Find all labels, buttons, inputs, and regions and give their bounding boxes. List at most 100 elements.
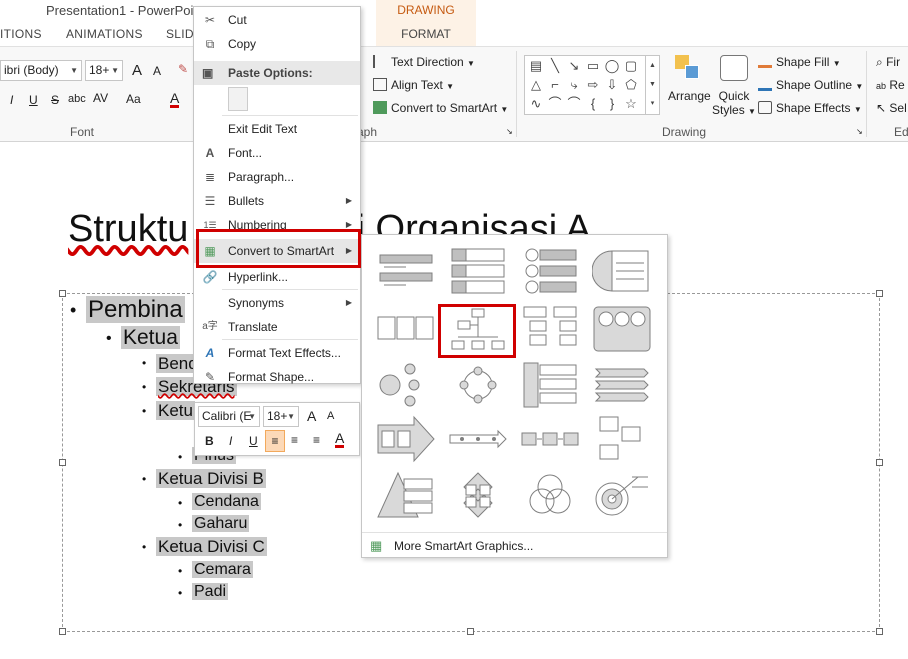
menu-item-copy[interactable]: ⧉ Copy	[194, 32, 360, 56]
line-shape-icon[interactable]: ╲	[547, 59, 563, 73]
menu-item-cut[interactable]: ✂ Cut	[194, 8, 360, 32]
font-size-combo[interactable]: 18+ ▼	[85, 60, 123, 81]
smartart-target-icon[interactable]	[592, 471, 652, 519]
rectangle-shape-icon[interactable]: ▭	[585, 59, 601, 73]
menu-item-format-shape[interactable]: ✎ Format Shape...	[194, 365, 360, 389]
italic-button[interactable]: I	[10, 93, 13, 107]
menu-item-bullets[interactable]: ☰ Bullets ▶	[194, 189, 360, 213]
mini-grow-font-button[interactable]: A	[307, 408, 316, 424]
convert-smartart-ribbon-button[interactable]: Convert to SmartArt ▼	[373, 101, 508, 115]
resize-handle[interactable]	[876, 628, 883, 635]
oval-shape-icon[interactable]: ◯	[604, 59, 620, 73]
shape-fill-button[interactable]: Shape Fill ▼	[758, 55, 841, 69]
menu-item-paragraph[interactable]: ≣ Paragraph...	[194, 165, 360, 189]
right-arrow-shape-icon[interactable]: ⇨	[585, 78, 601, 92]
smartart-circle-picture-list-icon[interactable]	[592, 305, 652, 353]
menu-item-synonyms[interactable]: Synonyms ▶	[194, 291, 360, 315]
tab-transitions[interactable]: ITIONS	[0, 27, 42, 41]
mini-shrink-font-button[interactable]: A	[327, 410, 334, 422]
change-case-button[interactable]: Aa	[126, 92, 141, 106]
replace-button[interactable]: ab Re	[876, 78, 905, 92]
smartart-stacked-list-icon[interactable]	[520, 361, 580, 409]
resize-handle[interactable]	[876, 290, 883, 297]
tab-animations[interactable]: ANIMATIONS	[66, 27, 143, 41]
strikethrough-button[interactable]: S	[51, 93, 59, 107]
shrink-font-button[interactable]: A	[153, 64, 161, 78]
brace-right-shape-icon[interactable]: }	[604, 97, 620, 111]
select-button[interactable]: ↖ Sel	[876, 101, 907, 115]
smartart-cycle-icon[interactable]	[448, 361, 508, 409]
shapes-gallery[interactable]: ▤ ╲ ↘ ▭ ◯ ▢ △ ⌐ ⤷ ⇨ ⇩ ⬠ ∿ ⌒ ⌒ { } ☆ ▲ ▼ ▾	[524, 55, 660, 115]
char-spacing-button[interactable]: AV	[93, 91, 108, 105]
elbow-shape-icon[interactable]: ⌐	[547, 78, 563, 92]
menu-item-format-text-effects[interactable]: A Format Text Effects...	[194, 341, 360, 365]
smartart-radial-list-icon[interactable]	[376, 361, 436, 409]
resize-handle[interactable]	[876, 459, 883, 466]
bullet-ketua-divisi-a[interactable]: Ketu	[156, 401, 195, 421]
bullet-padi[interactable]: Padi	[192, 583, 229, 601]
font-name-combo[interactable]: ibri (Body) ▼	[0, 60, 82, 81]
mini-bold-button[interactable]: B	[205, 434, 214, 448]
bullet-pembina[interactable]: Pembina	[86, 296, 185, 324]
pentagon-shape-icon[interactable]: ⬠	[623, 78, 639, 92]
mini-underline-button[interactable]: U	[249, 434, 258, 448]
smartart-matrix-icon[interactable]	[448, 471, 508, 519]
menu-item-hyperlink[interactable]: 🔗 Hyperlink...	[194, 265, 360, 289]
textbox-shape-icon[interactable]: ▤	[528, 59, 544, 73]
bullet-ketua[interactable]: Ketua	[121, 326, 180, 350]
find-button[interactable]: ⌕ Fir	[876, 55, 900, 70]
arc-shape-icon[interactable]: ⌒	[566, 97, 582, 111]
clear-format-icon[interactable]: ✎	[178, 62, 188, 76]
mini-font-color-button[interactable]: A	[335, 431, 345, 448]
smartart-picture-accent-process-icon[interactable]	[592, 415, 652, 463]
font-color-button[interactable]: A	[170, 91, 180, 108]
arrow-line-shape-icon[interactable]: ↘	[566, 59, 582, 73]
mini-italic-button[interactable]: I	[229, 434, 232, 448]
align-left-icon[interactable]: ≡	[265, 430, 285, 452]
curve-shape-icon[interactable]: ∿	[528, 97, 544, 111]
arrange-button[interactable]: Arrange	[668, 55, 711, 125]
smartart-hierarchy-list-icon[interactable]	[520, 305, 580, 353]
paste-keep-text-icon[interactable]	[228, 87, 248, 111]
smartart-timeline-icon[interactable]	[448, 415, 508, 463]
shadow-button[interactable]: abc	[68, 93, 86, 105]
dialog-launcher-icon[interactable]: ↘	[856, 127, 863, 136]
bullet-gaharu[interactable]: Gaharu	[192, 515, 250, 533]
mini-font-size-combo[interactable]: 18+ ▼	[263, 406, 299, 427]
smartart-venn-icon[interactable]	[520, 471, 580, 519]
resize-handle[interactable]	[467, 628, 474, 635]
shape-effects-button[interactable]: Shape Effects ▼	[758, 101, 862, 115]
down-arrow-shape-icon[interactable]: ⇩	[604, 78, 620, 92]
gallery-scroll[interactable]: ▲ ▼ ▾	[645, 56, 659, 114]
tab-format[interactable]: FORMAT	[376, 22, 476, 46]
smartart-curved-list-icon[interactable]	[592, 247, 652, 295]
more-smartart-graphics[interactable]: ▦ More SmartArt Graphics...	[362, 532, 667, 558]
triangle-shape-icon[interactable]: △	[528, 78, 544, 92]
smartart-process-arrow-icon[interactable]	[376, 415, 436, 463]
align-right-icon[interactable]: ≡	[313, 433, 320, 447]
mini-font-name-combo[interactable]: Calibri (E ▼	[198, 406, 260, 427]
rounded-rect-shape-icon[interactable]: ▢	[623, 59, 639, 73]
smartart-chevron-list-icon[interactable]	[592, 361, 652, 409]
resize-handle[interactable]	[59, 290, 66, 297]
bullet-cendana[interactable]: Cendana	[192, 493, 261, 511]
brace-left-shape-icon[interactable]: {	[585, 97, 601, 111]
star-shape-icon[interactable]: ☆	[623, 97, 639, 111]
dialog-launcher-icon[interactable]: ↘	[506, 127, 513, 136]
menu-item-exit-edit-text[interactable]: Exit Edit Text	[194, 117, 360, 141]
smartart-basic-process-icon[interactable]	[520, 415, 580, 463]
resize-handle[interactable]	[59, 459, 66, 466]
bullet-cemara[interactable]: Cemara	[192, 561, 253, 579]
shape-outline-button[interactable]: Shape Outline ▼	[758, 78, 863, 92]
menu-item-translate[interactable]: a字 Translate	[194, 315, 360, 339]
smartart-table-list-icon[interactable]	[376, 305, 436, 353]
underline-button[interactable]: U	[29, 93, 38, 107]
bullet-ketua-divisi-b[interactable]: Ketua Divisi B	[156, 469, 266, 489]
grow-font-button[interactable]: A	[132, 62, 142, 79]
smartart-vertical-circle-list-icon[interactable]	[520, 247, 580, 295]
quick-styles-button[interactable]: Quick Styles ▼	[712, 55, 756, 125]
bullet-ketua-divisi-c[interactable]: Ketua Divisi C	[156, 537, 267, 557]
elbow-arrow-shape-icon[interactable]: ⤷	[566, 78, 582, 92]
resize-handle[interactable]	[59, 628, 66, 635]
align-text-button[interactable]: Align Text ▼	[373, 78, 454, 92]
